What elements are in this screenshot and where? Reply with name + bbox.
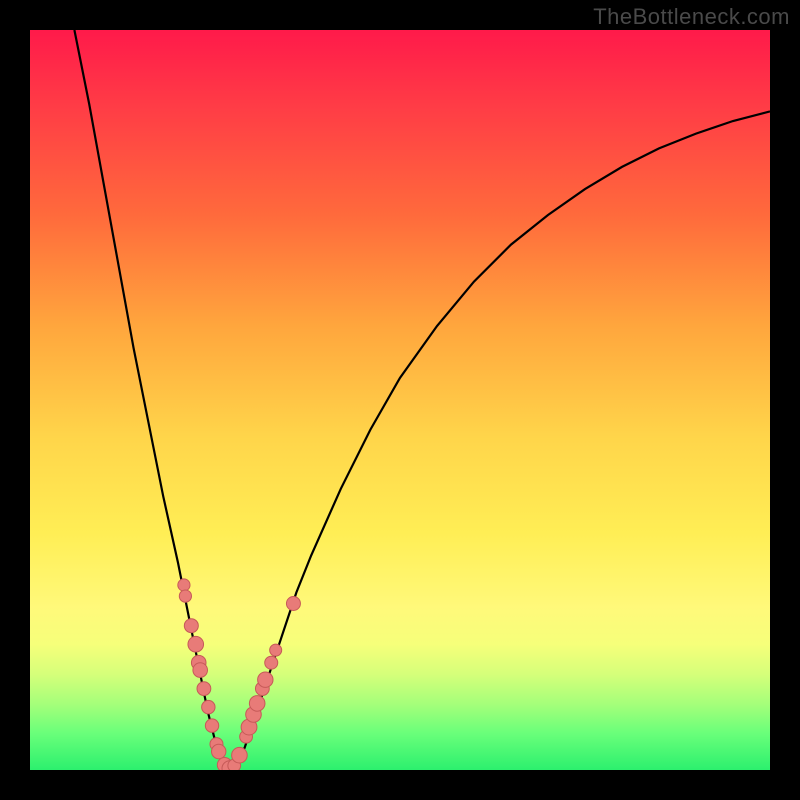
highlight-dot [232, 747, 248, 763]
highlight-dot [270, 644, 282, 656]
highlight-dot [265, 656, 278, 669]
highlight-dot [178, 579, 190, 591]
attribution-text: TheBottleneck.com [593, 4, 790, 30]
highlight-dot [179, 590, 191, 602]
highlight-dot [197, 682, 211, 696]
highlight-dot [286, 597, 300, 611]
highlight-dot [212, 744, 226, 758]
highlight-dot [205, 719, 218, 732]
outer-frame: TheBottleneck.com [0, 0, 800, 800]
highlight-dot [184, 619, 198, 633]
bottleneck-curve [74, 30, 770, 770]
highlight-dots-group [178, 579, 301, 770]
highlight-dot [188, 636, 204, 652]
highlight-dot [258, 672, 273, 687]
plot-area [30, 30, 770, 770]
highlight-dot [249, 696, 265, 712]
chart-svg [30, 30, 770, 770]
highlight-dot [193, 663, 208, 678]
highlight-dot [202, 700, 215, 713]
